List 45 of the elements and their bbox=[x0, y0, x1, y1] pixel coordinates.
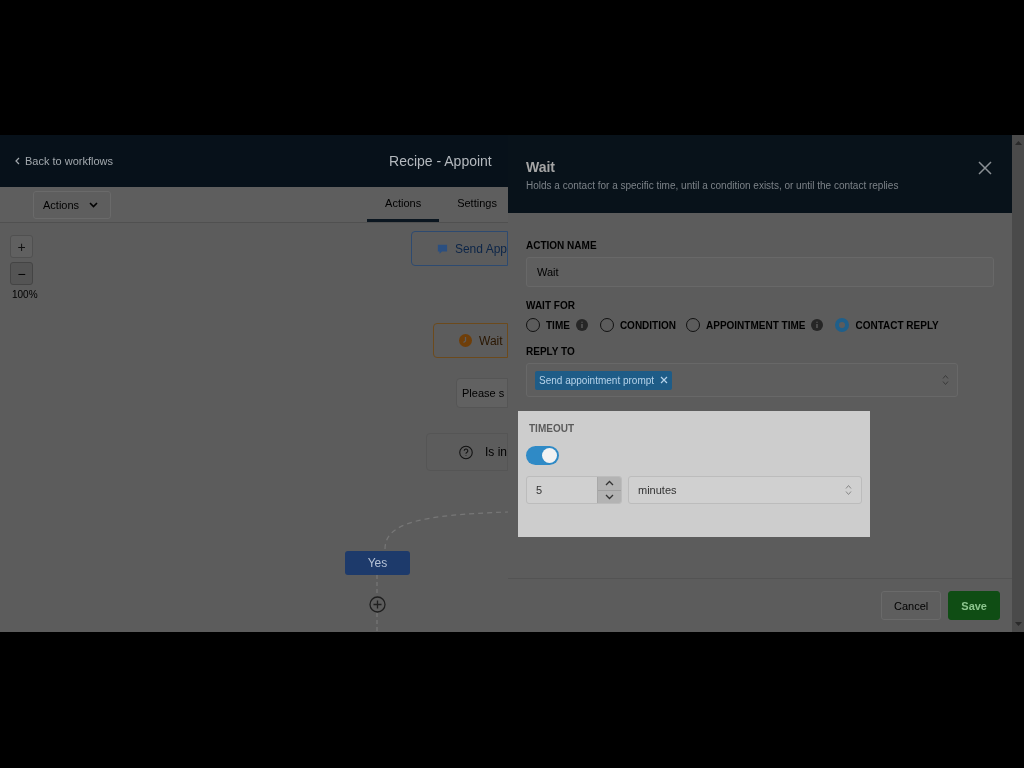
scroll-up-icon[interactable] bbox=[1014, 141, 1022, 145]
toggle-switch[interactable] bbox=[526, 446, 559, 465]
selected-tag: Send appointment prompt bbox=[535, 370, 673, 390]
cancel-button[interactable]: Cancel bbox=[881, 591, 942, 620]
save-button[interactable]: Save bbox=[948, 591, 1000, 620]
panel-title: Wait bbox=[526, 159, 556, 175]
zoom-in-button[interactable]: + bbox=[10, 235, 33, 258]
chevron-left-icon bbox=[15, 157, 20, 165]
radio-option[interactable]: CONDITION bbox=[599, 318, 676, 332]
chevron-up-icon bbox=[605, 480, 614, 487]
action-node[interactable]: Send App bbox=[411, 231, 508, 266]
add-step-icon[interactable] bbox=[369, 596, 386, 613]
zoom-out-button[interactable]: − bbox=[10, 262, 33, 285]
message-preview: Please s bbox=[456, 378, 508, 408]
field-label: ACTION NAME bbox=[526, 240, 597, 251]
radio-option[interactable]: TIME bbox=[526, 318, 570, 332]
back-link[interactable]: Back to workflows bbox=[15, 155, 114, 167]
number-field[interactable]: 5 bbox=[526, 476, 622, 504]
sort-arrows-icon bbox=[845, 484, 852, 496]
question-icon bbox=[459, 443, 473, 461]
tab[interactable]: Settings bbox=[439, 187, 511, 222]
select-field[interactable]: minutes bbox=[628, 476, 862, 504]
remove-icon[interactable] bbox=[660, 376, 669, 384]
field-label: TIMEOUT bbox=[529, 423, 574, 434]
wait-node[interactable]: Wait bbox=[433, 323, 508, 358]
input-field[interactable]: Wait bbox=[526, 257, 994, 287]
radio-button[interactable] bbox=[835, 318, 850, 332]
scroll-down-icon[interactable] bbox=[1014, 622, 1022, 626]
close-button[interactable] bbox=[978, 161, 992, 175]
clock-icon bbox=[459, 334, 472, 347]
chat-bubble-icon bbox=[437, 242, 448, 255]
zoom-level: 100% bbox=[12, 289, 38, 300]
select-field[interactable]: Send appointment prompt bbox=[526, 363, 958, 397]
field-label: REPLY TO bbox=[526, 346, 575, 357]
actions-dropdown[interactable]: Actions bbox=[33, 191, 112, 219]
chevron-down-icon bbox=[605, 493, 614, 500]
field-label: WAIT FOR bbox=[526, 300, 575, 311]
branch-label: Yes bbox=[345, 551, 410, 575]
radio-option[interactable]: CONTACT REPLY bbox=[835, 318, 939, 332]
sort-arrows-icon bbox=[942, 374, 949, 386]
radio-option[interactable]: APPOINTMENT TIME bbox=[686, 318, 806, 332]
condition-node[interactable]: Is in bbox=[426, 433, 508, 471]
chevron-down-icon bbox=[89, 202, 99, 208]
panel-subtitle: Holds a contact for a specific time, until a condition exists, or until the contact replies bbox=[526, 180, 899, 191]
workflow-title: Recipe - Appoint bbox=[389, 153, 492, 169]
